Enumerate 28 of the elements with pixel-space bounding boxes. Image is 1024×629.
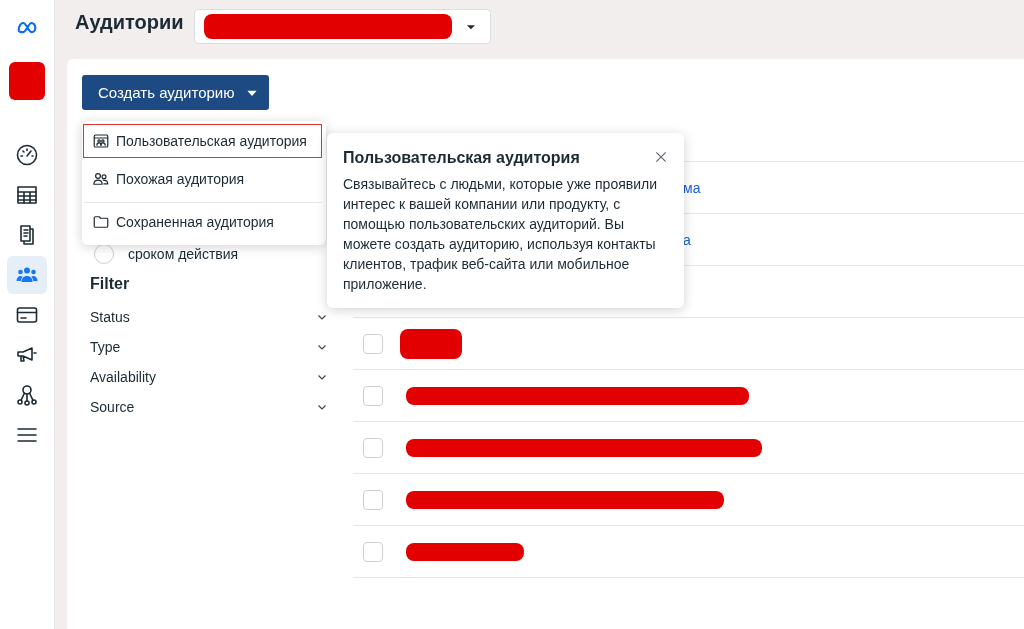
popover-text: Связывайтесь с людьми, которые уже проявили интерес к вашей компании или продукту, с помощью пользовательских аудиторий. Вы можете создать аудиторию, используя контакты клиентов, трафик веб-сайта или мобильное приложение. bbox=[343, 175, 658, 294]
redaction-mark bbox=[400, 328, 462, 359]
audience-link[interactable]: а bbox=[683, 231, 691, 248]
account-avatar[interactable] bbox=[9, 62, 45, 100]
menu-item[interactable]: Пользовательская аудитория bbox=[83, 124, 322, 158]
filter-dropdown[interactable]: Availability bbox=[82, 362, 330, 392]
menu-item[interactable]: Сохраненная аудитория bbox=[83, 202, 322, 242]
checkbox[interactable] bbox=[363, 385, 383, 406]
checkbox[interactable] bbox=[363, 437, 383, 458]
network-icon bbox=[15, 383, 39, 407]
checkbox[interactable] bbox=[363, 333, 383, 354]
filter-dropdown[interactable]: Source bbox=[82, 392, 330, 422]
page-title: Аудитории bbox=[75, 10, 184, 35]
audience-link[interactable]: ма bbox=[683, 179, 701, 196]
filter-dropdown[interactable]: Type bbox=[82, 332, 330, 362]
popover-title: Пользовательская аудитория bbox=[343, 149, 580, 167]
filter-heading: Filter bbox=[90, 275, 131, 293]
create-audience-button[interactable]: Создать аудиторию bbox=[82, 75, 269, 110]
account-select[interactable] bbox=[193, 9, 491, 44]
people-icon bbox=[92, 170, 110, 188]
folder-icon bbox=[92, 213, 110, 231]
audience-card-icon bbox=[92, 132, 110, 150]
close-icon bbox=[654, 149, 668, 164]
table-icon bbox=[15, 183, 39, 207]
gauge-icon bbox=[15, 143, 39, 167]
checkbox[interactable] bbox=[363, 541, 383, 562]
option-label: сроком действия bbox=[128, 246, 239, 262]
checkbox[interactable] bbox=[363, 489, 383, 510]
